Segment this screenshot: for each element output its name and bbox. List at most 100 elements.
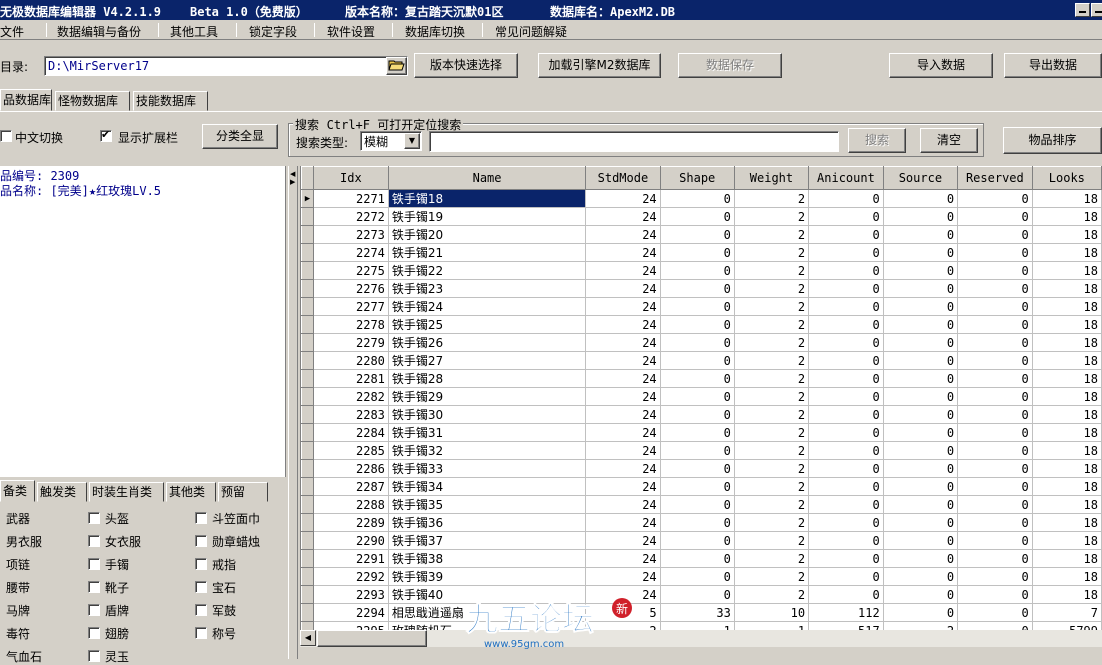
cell-shape[interactable]: 33 (660, 603, 735, 622)
cell-shape[interactable]: 0 (660, 315, 735, 334)
import-data-button[interactable]: 导入数据 (889, 53, 993, 78)
cell-weight[interactable]: 2 (734, 405, 810, 424)
cell-source[interactable]: 0 (883, 189, 959, 208)
row-indicator[interactable] (301, 549, 314, 568)
cell-idx[interactable]: 2287 (313, 477, 389, 496)
cell-shape[interactable]: 0 (660, 351, 735, 370)
category-checkbox[interactable] (195, 581, 207, 593)
table-row[interactable]: 2284 铁手镯31 24 0 2 0 0 0 18 (301, 423, 1102, 442)
cell-weight[interactable]: 2 (734, 585, 810, 604)
cell-weight[interactable]: 2 (734, 423, 810, 442)
cell-stdmode[interactable]: 24 (585, 225, 661, 244)
row-indicator[interactable] (301, 387, 314, 406)
cell-weight[interactable]: 2 (734, 459, 810, 478)
cell-looks[interactable]: 18 (1032, 189, 1102, 208)
cell-anicount[interactable]: 0 (808, 405, 884, 424)
cell-stdmode[interactable]: 24 (585, 513, 661, 532)
category-label[interactable]: 腰带 (6, 579, 30, 596)
tab-skill-db[interactable]: 技能数据库 (133, 91, 208, 111)
cell-stdmode[interactable]: 24 (585, 297, 661, 316)
cell-source[interactable]: 0 (883, 279, 959, 298)
cell-source[interactable]: 0 (883, 261, 959, 280)
cell-stdmode[interactable]: 24 (585, 405, 661, 424)
cell-looks[interactable]: 18 (1032, 495, 1102, 514)
cell-stdmode[interactable]: 24 (585, 333, 661, 352)
cell-shape[interactable]: 0 (660, 369, 735, 388)
directory-input[interactable]: D:\MirServer17 (44, 56, 408, 76)
row-indicator[interactable] (301, 207, 314, 226)
cell-idx[interactable]: 2292 (313, 567, 389, 586)
cell-shape[interactable]: 0 (660, 387, 735, 406)
cell-idx[interactable]: 2288 (313, 495, 389, 514)
search-type-select[interactable]: 模糊 ▼ (360, 131, 422, 151)
cell-source[interactable]: 0 (883, 297, 959, 316)
category-label[interactable]: 马牌 (6, 602, 30, 619)
cell-source[interactable]: 0 (883, 243, 959, 262)
cell-weight[interactable]: 2 (734, 513, 810, 532)
table-row[interactable]: 2277 铁手镯24 24 0 2 0 0 0 18 (301, 297, 1102, 316)
row-indicator[interactable] (301, 513, 314, 532)
row-indicator[interactable] (301, 261, 314, 280)
cell-source[interactable]: 0 (883, 549, 959, 568)
cell-name[interactable]: 铁手镯35 (388, 495, 587, 514)
quick-select-button[interactable]: 版本快速选择 (414, 53, 518, 78)
cell-stdmode[interactable]: 24 (585, 207, 661, 226)
cell-source[interactable]: 0 (883, 567, 959, 586)
cell-name[interactable]: 铁手镯31 (388, 423, 587, 442)
cell-idx[interactable]: 2283 (313, 405, 389, 424)
cell-idx[interactable]: 2277 (313, 297, 389, 316)
category-checkbox[interactable] (195, 627, 207, 639)
cell-stdmode[interactable]: 24 (585, 189, 661, 208)
cell-shape[interactable]: 0 (660, 423, 735, 442)
cell-weight[interactable]: 2 (734, 567, 810, 586)
cell-reserved[interactable]: 0 (957, 513, 1033, 532)
cell-looks[interactable]: 18 (1032, 477, 1102, 496)
cell-stdmode[interactable]: 24 (585, 495, 661, 514)
cell-anicount[interactable]: 0 (808, 315, 884, 334)
cell-weight[interactable]: 2 (734, 279, 810, 298)
table-row[interactable]: 2279 铁手镯26 24 0 2 0 0 0 18 (301, 333, 1102, 352)
cell-shape[interactable]: 0 (660, 477, 735, 496)
table-row[interactable]: 2275 铁手镯22 24 0 2 0 0 0 18 (301, 261, 1102, 280)
row-indicator[interactable] (301, 567, 314, 586)
cell-name[interactable]: 铁手镯32 (388, 441, 587, 460)
table-row[interactable]: 2272 铁手镯19 24 0 2 0 0 0 18 (301, 207, 1102, 226)
cell-source[interactable]: 0 (883, 333, 959, 352)
cell-looks[interactable]: 18 (1032, 333, 1102, 352)
row-indicator[interactable] (301, 423, 314, 442)
cell-name[interactable]: 铁手镯30 (388, 405, 587, 424)
cell-name[interactable]: 铁手镯37 (388, 531, 587, 550)
cell-looks[interactable]: 18 (1032, 261, 1102, 280)
table-row[interactable]: 2274 铁手镯21 24 0 2 0 0 0 18 (301, 243, 1102, 262)
column-header-stdmode[interactable]: StdMode (585, 166, 661, 190)
cell-shape[interactable]: 0 (660, 243, 735, 262)
cell-reserved[interactable]: 0 (957, 207, 1033, 226)
cell-reserved[interactable]: 0 (957, 297, 1033, 316)
cell-reserved[interactable]: 0 (957, 351, 1033, 370)
cell-weight[interactable]: 2 (734, 315, 810, 334)
cell-anicount[interactable]: 0 (808, 441, 884, 460)
cell-anicount[interactable]: 0 (808, 423, 884, 442)
cell-idx[interactable]: 2281 (313, 369, 389, 388)
cell-stdmode[interactable]: 24 (585, 387, 661, 406)
cell-weight[interactable]: 2 (734, 531, 810, 550)
cell-anicount[interactable]: 0 (808, 549, 884, 568)
cell-source[interactable]: 0 (883, 585, 959, 604)
export-data-button[interactable]: 导出数据 (1004, 53, 1102, 78)
row-indicator[interactable] (301, 585, 314, 604)
category-checkbox[interactable] (88, 604, 100, 616)
column-header-anicount[interactable]: Anicount (808, 166, 884, 190)
cell-stdmode[interactable]: 24 (585, 549, 661, 568)
cell-shape[interactable]: 0 (660, 207, 735, 226)
column-header-weight[interactable]: Weight (733, 166, 810, 190)
cell-anicount[interactable]: 0 (808, 477, 884, 496)
row-indicator[interactable] (301, 315, 314, 334)
cell-idx[interactable]: 2285 (313, 441, 389, 460)
category-checkbox[interactable] (88, 512, 100, 524)
category-checkbox[interactable] (195, 535, 207, 547)
cell-stdmode[interactable]: 24 (585, 441, 661, 460)
load-engine-db-button[interactable]: 加载引擎M2数据库 (538, 53, 661, 78)
row-indicator[interactable] (301, 351, 314, 370)
item-sort-button[interactable]: 物品排序 (1003, 127, 1102, 154)
scroll-left-icon[interactable]: ◀ (300, 630, 316, 646)
